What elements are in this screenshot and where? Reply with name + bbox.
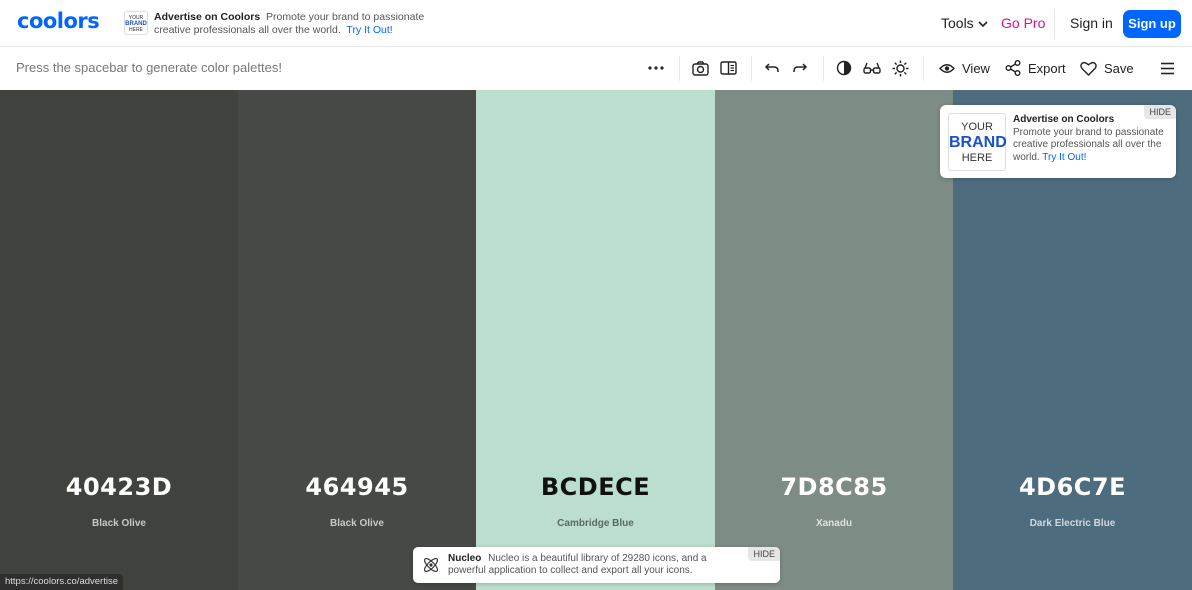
go-pro-link[interactable]: Go Pro xyxy=(1001,15,1045,31)
side-ad-text: Advertise on Coolors Promote your brand … xyxy=(1013,114,1171,164)
save-button[interactable]: Save xyxy=(1080,57,1134,79)
hex-code[interactable]: 40423D xyxy=(0,473,238,501)
side-ad[interactable]: YOUR BRAND HERE Advertise on Coolors Pro… xyxy=(940,105,1176,178)
split-view-icon[interactable] xyxy=(717,57,739,79)
toolbar: Press the spacebar to generate color pal… xyxy=(0,47,1192,90)
save-label: Save xyxy=(1104,60,1134,76)
tools-menu[interactable]: Tools xyxy=(941,15,988,31)
toolbar-divider xyxy=(823,56,824,81)
hex-code[interactable]: 464945 xyxy=(238,473,476,501)
hex-code[interactable]: BCDECE xyxy=(476,473,715,501)
color-name: Xanadu xyxy=(815,518,853,529)
nav-divider xyxy=(1054,8,1055,39)
hex-code[interactable]: 4D6C7E xyxy=(953,473,1192,501)
top-ad-text: Advertise on Coolors Promote your brand … xyxy=(154,11,444,37)
side-ad-link[interactable]: Try It Out! xyxy=(1042,152,1086,163)
swatch-4[interactable]: 7D8C85 Xanadu xyxy=(715,90,953,590)
undo-icon[interactable] xyxy=(761,57,783,79)
eye-icon xyxy=(939,63,955,73)
bottom-ad-text: Nucleo Nucleo is a beautiful library of … xyxy=(448,553,738,577)
color-name: Cambridge Blue xyxy=(557,518,634,529)
top-ad-link[interactable]: Try It Out! xyxy=(346,24,392,36)
redo-icon[interactable] xyxy=(789,57,811,79)
camera-icon[interactable] xyxy=(689,57,711,79)
status-url: https://coolors.co/advertise xyxy=(0,574,123,590)
color-name: Black Olive xyxy=(92,518,146,529)
menu-icon[interactable] xyxy=(1156,57,1178,79)
side-ad-body: Promote your brand to passionate creativ… xyxy=(1013,126,1164,163)
toolbar-divider xyxy=(679,56,680,81)
more-icon[interactable] xyxy=(645,57,667,79)
glasses-icon[interactable] xyxy=(861,57,883,79)
export-label: Export xyxy=(1028,60,1066,76)
toolbar-divider xyxy=(923,56,924,81)
contrast-icon[interactable] xyxy=(833,57,855,79)
hide-side-ad-button[interactable]: HIDE xyxy=(1144,105,1176,119)
hide-bottom-ad-button[interactable]: HIDE xyxy=(748,547,780,561)
share-icon xyxy=(1005,60,1021,76)
your-brand-logo: YOUR BRAND HERE xyxy=(124,11,148,35)
your-brand-logo: YOUR BRAND HERE xyxy=(948,113,1007,171)
brightness-icon[interactable] xyxy=(889,57,911,79)
color-name: Black Olive xyxy=(330,518,384,529)
top-ad-title: Advertise on Coolors xyxy=(154,11,261,23)
toolbar-divider xyxy=(751,56,752,81)
tools-label: Tools xyxy=(941,15,974,31)
bottom-ad-title: Nucleo xyxy=(448,553,482,564)
color-name: Dark Electric Blue xyxy=(1029,518,1116,529)
heart-icon xyxy=(1080,61,1097,76)
sign-in-link[interactable]: Sign in xyxy=(1070,15,1113,31)
chevron-down-icon xyxy=(978,19,988,31)
swatch-2[interactable]: 464945 Black Olive xyxy=(238,90,476,590)
swatch-3[interactable]: BCDECE Cambridge Blue xyxy=(476,90,715,590)
bottom-ad[interactable]: Nucleo Nucleo is a beautiful library of … xyxy=(413,547,780,583)
swatch-1[interactable]: 40423D Black Olive xyxy=(0,90,238,590)
export-button[interactable]: Export xyxy=(1005,57,1066,79)
bottom-ad-body: Nucleo is a beautiful library of 29280 i… xyxy=(448,553,707,576)
atom-icon xyxy=(421,555,441,575)
sign-up-button[interactable]: Sign up xyxy=(1123,10,1181,38)
view-button[interactable]: View xyxy=(939,57,990,79)
view-label: View xyxy=(962,60,990,76)
hex-code[interactable]: 7D8C85 xyxy=(715,473,953,501)
top-nav: coolors YOUR BRAND HERE Advertise on Coo… xyxy=(0,0,1192,47)
coolors-logo[interactable]: coolors xyxy=(17,9,100,33)
spacebar-hint: Press the spacebar to generate color pal… xyxy=(16,60,282,75)
